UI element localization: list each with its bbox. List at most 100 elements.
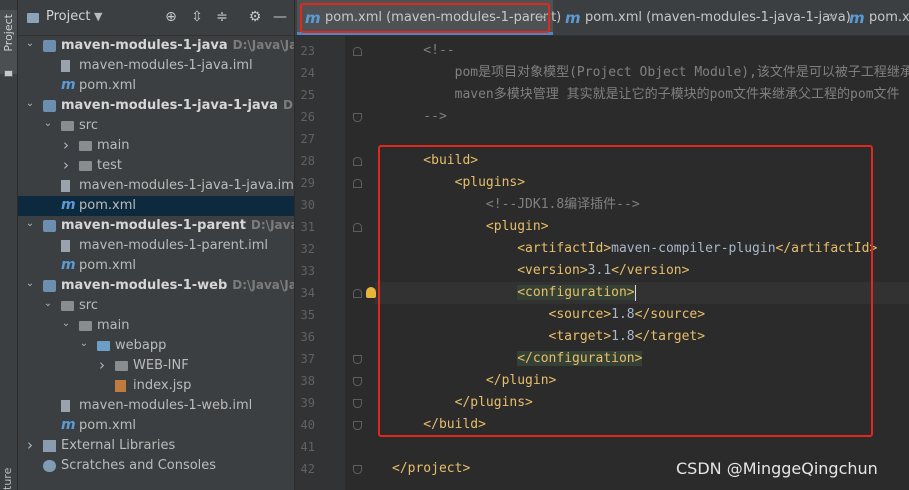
chevron-down-icon[interactable]: ▼ — [94, 10, 102, 23]
structure-tool-label[interactable]: ture — [1, 462, 14, 490]
code-line[interactable]: <!-- — [392, 40, 455, 62]
chevron-down-icon[interactable]: ⌄ — [24, 98, 36, 109]
line-number: 30 — [300, 198, 315, 212]
code-line[interactable]: </project> — [392, 458, 470, 480]
tree-item-label: webapp — [115, 338, 167, 353]
fold-marker-icon[interactable] — [353, 113, 362, 122]
chevron-down-icon[interactable]: ⌄ — [60, 318, 72, 329]
fold-marker-icon[interactable] — [353, 157, 362, 166]
tree-item-label: pom.xml — [79, 198, 136, 213]
tree-item[interactable]: ⌄ maven-modules-1-web D:\Java\JavaPro — [18, 276, 294, 296]
fold-marker-icon[interactable] — [353, 465, 362, 474]
collapse-all-icon[interactable]: ≑ — [213, 8, 231, 26]
tree-item-label: maven-modules-1-java.iml — [79, 58, 253, 73]
tree-item[interactable]: › WEB-INF — [18, 356, 294, 376]
tab-pom-java-1-java[interactable]: m pom.xml (maven-modules-1-java-1-java) … — [557, 0, 851, 35]
code-line[interactable]: maven多模块管理 其实就是让它的子模块的pom文件来继承父工程的pom文件 — [392, 84, 900, 106]
tree-item[interactable]: m pom.xml — [18, 416, 294, 436]
tree-item-text: src — [79, 298, 98, 313]
project-panel-title[interactable]: Project — [46, 9, 90, 24]
chevron-down-icon[interactable]: ⌄ — [42, 118, 54, 129]
chevron-right-icon[interactable]: › — [24, 436, 36, 454]
tree-item[interactable]: ⌄ src — [18, 116, 294, 136]
code-token: pom是项目对象模型(Project Object Module),该文件是可以… — [392, 65, 909, 80]
minimize-icon[interactable]: — — [271, 8, 289, 26]
fold-marker-icon[interactable] — [353, 179, 362, 188]
line-number: 35 — [300, 308, 315, 322]
folder-icon — [61, 121, 74, 131]
module-path: D:\Java — [282, 98, 294, 112]
iml-file-icon — [61, 240, 70, 252]
maven-icon: m — [61, 257, 76, 273]
fold-marker-icon[interactable] — [353, 289, 362, 298]
code-line[interactable]: pom是项目对象模型(Project Object Module),该文件是可以… — [392, 62, 909, 84]
line-number: 28 — [300, 154, 315, 168]
tree-item-label: maven-modules-1-parent — [61, 218, 246, 233]
code-token: <!-- — [392, 43, 455, 58]
expand-all-icon[interactable]: ⇳ — [188, 8, 206, 26]
tree-item[interactable]: maven-modules-1-parent.iml — [18, 236, 294, 256]
module-path: D:\Java\Java — [250, 218, 294, 232]
chevron-down-icon[interactable]: ⌄ — [42, 298, 54, 309]
project-panel: Project ▼ ⊕ ⇳ ≑ ⚙ — ⌄ maven-modules-1-jav… — [18, 0, 294, 490]
chevron-down-icon[interactable]: ⌄ — [78, 338, 90, 349]
fold-marker-icon[interactable] — [353, 355, 362, 364]
tree-item[interactable]: ⌄ webapp — [18, 336, 294, 356]
chevron-right-icon[interactable]: › — [96, 356, 108, 374]
chevron-right-icon[interactable]: › — [60, 156, 72, 174]
tree-item[interactable]: ⌄ maven-modules-1-parent D:\Java\Java — [18, 216, 294, 236]
line-number: 36 — [300, 330, 315, 344]
project-toolbar: Project ▼ ⊕ ⇳ ≑ ⚙ — — [18, 0, 294, 36]
gear-icon[interactable]: ⚙ — [246, 8, 264, 26]
tree-item-text: maven-modules-1-java.iml — [79, 58, 253, 73]
tree-item[interactable]: › test — [18, 156, 294, 176]
project-tool-label: Project — [2, 14, 15, 52]
tree-item[interactable]: ⌄ maven-modules-1-java-1-java D:\Java — [18, 96, 294, 116]
tree-item[interactable]: Scratches and Consoles — [18, 456, 294, 476]
tree-item[interactable]: m pom.xml — [18, 256, 294, 276]
maven-icon: m — [61, 77, 76, 93]
fold-marker-icon[interactable] — [353, 421, 362, 430]
tree-item-text: pom.xml — [79, 198, 136, 213]
fold-marker-icon[interactable] — [353, 399, 362, 408]
tree-item[interactable]: m pom.xml — [18, 76, 294, 96]
locate-icon[interactable]: ⊕ — [162, 8, 180, 26]
tree-item-label: src — [79, 118, 98, 133]
tree-item[interactable]: maven-modules-1-web.iml — [18, 396, 294, 416]
chevron-down-icon[interactable]: ⌄ — [24, 38, 36, 49]
line-number: 29 — [300, 176, 315, 190]
fold-marker-icon[interactable] — [353, 223, 362, 232]
tree-item[interactable]: ⌄ main — [18, 316, 294, 336]
tab-pom-other[interactable]: m pom.xml — [841, 0, 909, 35]
tree-item[interactable]: › External Libraries — [18, 436, 294, 456]
line-number: 40 — [300, 418, 315, 432]
chevron-right-icon[interactable]: › — [60, 136, 72, 154]
fold-marker-icon[interactable] — [353, 377, 362, 386]
tree-item-text: pom.xml — [79, 418, 136, 433]
tree-item-label: maven-modules-1-parent.iml — [79, 238, 269, 253]
close-icon[interactable]: × — [827, 10, 837, 24]
maven-icon: m — [61, 417, 76, 433]
project-tool-button[interactable]: Project — [0, 10, 17, 77]
tree-item[interactable]: maven-modules-1-java.iml — [18, 56, 294, 76]
tree-item-text: External Libraries — [61, 438, 175, 453]
code-token: </project> — [392, 461, 471, 476]
code-line[interactable]: --> — [392, 106, 447, 128]
tab-label: pom.xml — [869, 10, 909, 25]
lightbulb-icon[interactable] — [366, 287, 376, 298]
tree-item-text: pom.xml — [79, 258, 136, 273]
tree-item-label: External Libraries — [61, 438, 176, 453]
tree-item[interactable]: ⌄ src — [18, 296, 294, 316]
module-icon — [43, 100, 56, 112]
watermark: CSDN @MinggeQingchun — [676, 459, 878, 478]
chevron-down-icon[interactable]: ⌄ — [24, 218, 36, 229]
tree-item[interactable]: ⌄ maven-modules-1-java D:\Java\JavaPro — [18, 36, 294, 56]
jsp-file-icon — [115, 380, 126, 392]
tree-item[interactable]: maven-modules-1-java-1-java.iml — [18, 176, 294, 196]
tree-item[interactable]: m pom.xml — [18, 196, 294, 216]
tree-item[interactable]: › main — [18, 136, 294, 156]
fold-marker-icon[interactable] — [353, 47, 362, 56]
tab-label: pom.xml (maven-modules-1-java-1-java) — [585, 10, 851, 25]
tree-item[interactable]: index.jsp — [18, 376, 294, 396]
chevron-down-icon[interactable]: ⌄ — [24, 278, 36, 289]
